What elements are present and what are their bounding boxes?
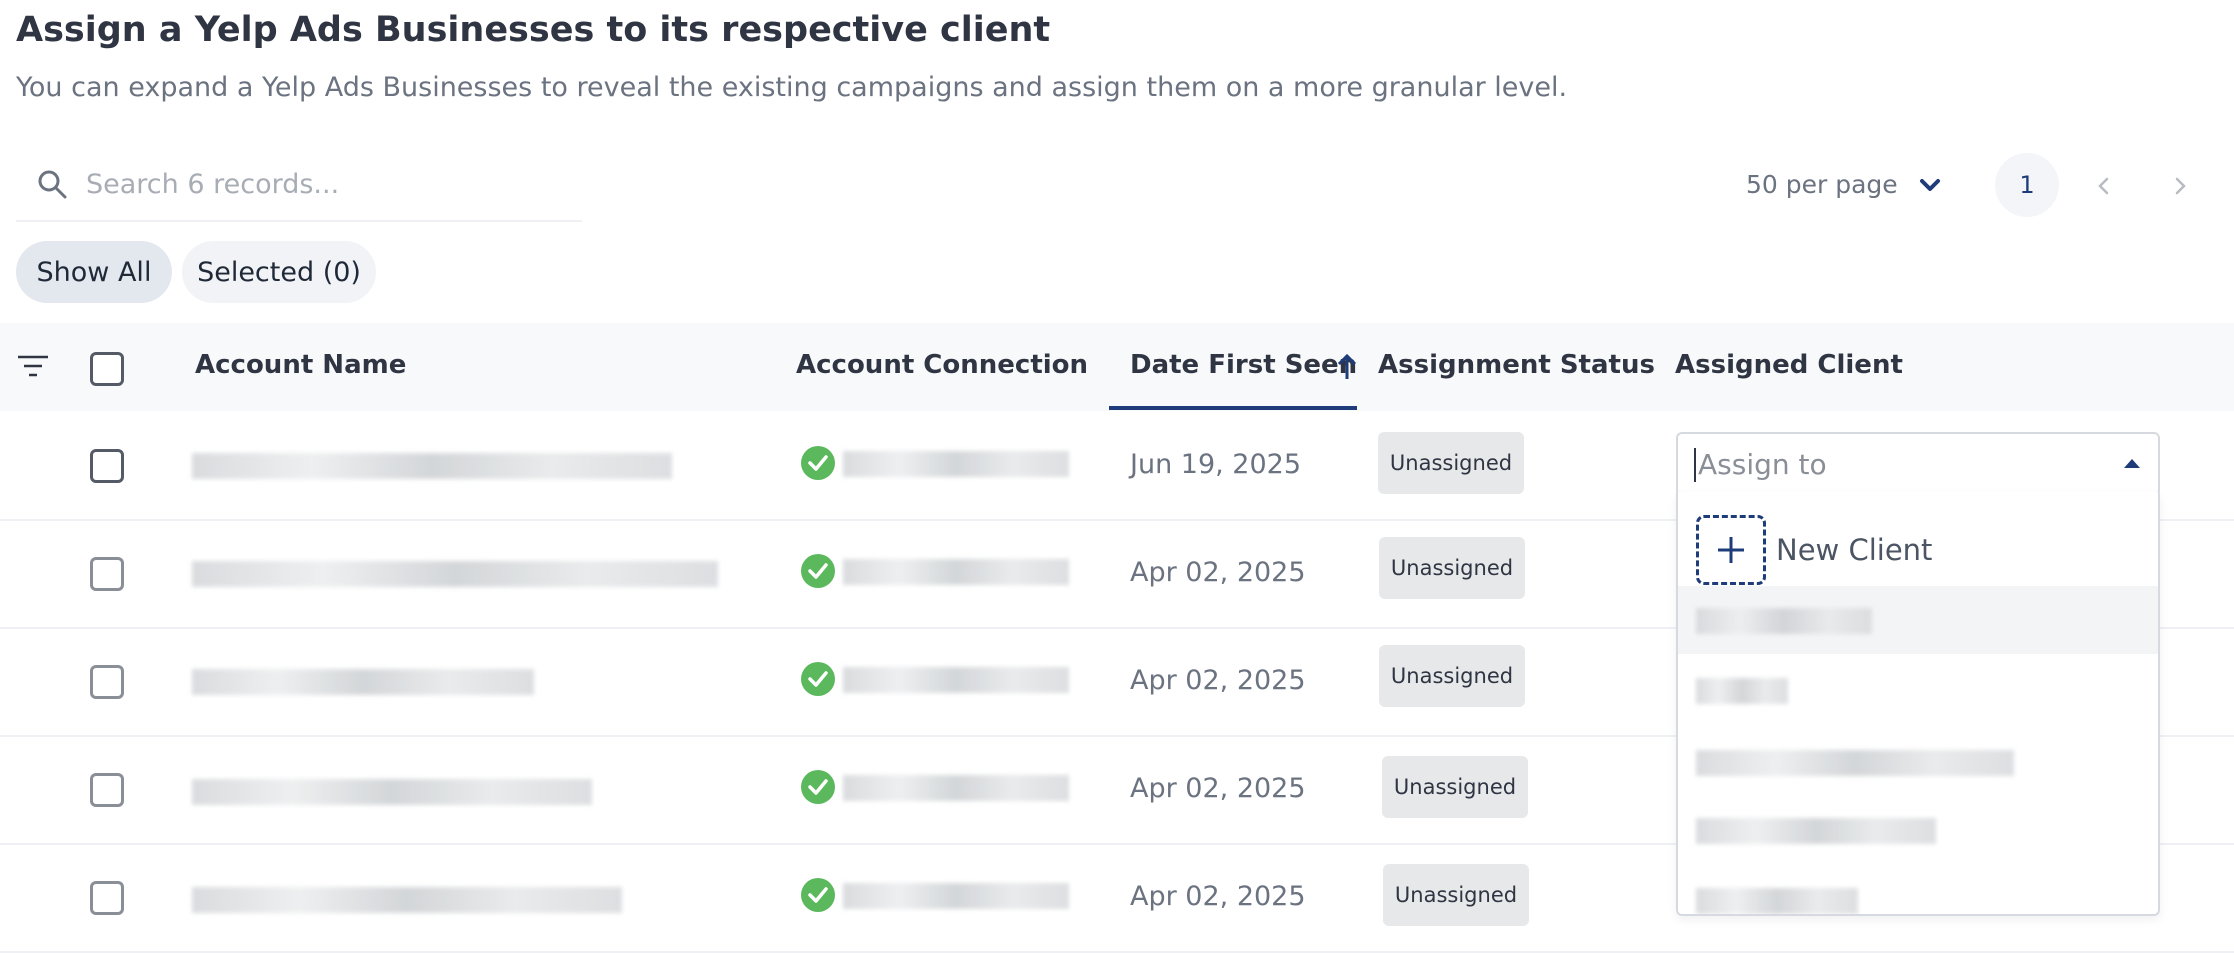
column-header-date-first-seen[interactable]: Date First Seen [1130,350,1357,380]
client-option[interactable] [1678,586,2158,654]
page-subtitle: You can expand a Yelp Ads Businesses to … [16,72,1568,103]
row-checkbox[interactable] [90,881,124,915]
assign-client-select[interactable]: Assign to [1676,432,2160,496]
page-title: Assign a Yelp Ads Businesses to its resp… [16,10,1051,50]
assign-client-dropdown: New Client [1676,492,2160,916]
client-option-label [1696,750,2014,776]
check-circle-icon [801,770,835,804]
client-option-label [1696,678,1788,704]
account-connection-name [843,451,1069,477]
text-cursor [1694,448,1696,482]
client-option-label [1696,888,1858,914]
account-connection-name [843,559,1069,585]
account-name [192,779,592,805]
date-first-seen: Jun 19, 2025 [1130,449,1302,480]
client-option[interactable] [1678,728,2158,796]
assign-placeholder: Assign to [1698,448,1827,481]
check-circle-icon [801,446,835,480]
arrow-up-icon[interactable] [1336,352,1358,382]
account-connection-name [843,667,1069,693]
date-first-seen: Apr 02, 2025 [1130,557,1306,588]
client-option-label [1696,608,1872,634]
account-name [192,669,534,695]
chevron-down-icon[interactable] [1918,174,1942,198]
search-input[interactable] [84,162,568,206]
row-checkbox[interactable] [90,449,124,483]
new-client-label: New Client [1776,533,1933,567]
search-icon [38,170,67,199]
column-header-assignment-status[interactable]: Assignment Status [1378,350,1655,380]
client-option[interactable] [1678,796,2158,864]
account-connection-name [843,883,1069,909]
check-circle-icon [801,662,835,696]
client-option[interactable] [1678,656,2158,724]
chevron-right-icon[interactable] [2170,174,2190,198]
account-name [192,453,672,479]
search-bar [16,150,582,222]
status-badge: Unassigned [1379,645,1525,707]
client-option[interactable] [1678,866,2158,914]
select-all-checkbox[interactable] [90,352,124,386]
account-name [192,887,622,913]
date-first-seen: Apr 02, 2025 [1130,665,1306,696]
status-badge: Unassigned [1378,432,1524,494]
column-header-account-connection[interactable]: Account Connection [796,350,1088,380]
row-checkbox[interactable] [90,773,124,807]
caret-up-icon[interactable] [2124,459,2140,468]
date-first-seen: Apr 02, 2025 [1130,881,1306,912]
column-header-account-name[interactable]: Account Name [195,350,406,380]
check-circle-icon [801,554,835,588]
row-checkbox[interactable] [90,665,124,699]
column-header-assigned-client[interactable]: Assigned Client [1675,350,1903,380]
client-option-label [1696,818,1936,844]
date-first-seen: Apr 02, 2025 [1130,773,1306,804]
sort-indicator [1109,406,1357,410]
plus-icon [1696,515,1766,585]
status-badge: Unassigned [1383,864,1529,926]
row-checkbox[interactable] [90,557,124,591]
account-name [192,561,718,587]
per-page-selector[interactable]: 50 per page [1746,170,1898,199]
chevron-left-icon[interactable] [2094,174,2114,198]
selected-filter-button[interactable]: Selected (0) [182,241,376,303]
check-circle-icon [801,878,835,912]
account-connection-name [843,775,1069,801]
page-number-button[interactable]: 1 [1995,153,2059,217]
filter-icon[interactable] [16,352,50,380]
new-client-option[interactable]: New Client [1696,515,1933,585]
status-badge: Unassigned [1379,537,1525,599]
status-badge: Unassigned [1382,756,1528,818]
show-all-button[interactable]: Show All [16,241,172,303]
